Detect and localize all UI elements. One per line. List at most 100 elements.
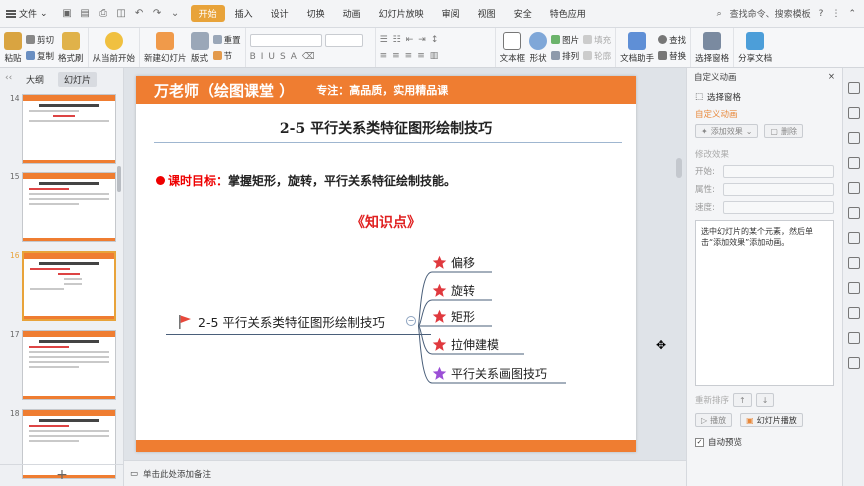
indent-icon[interactable]: ⇥ (418, 35, 426, 45)
layout-button[interactable]: 版式 (190, 30, 209, 66)
share-doc-button[interactable]: 分享文档 (738, 30, 772, 66)
command-search[interactable]: 查找命令、搜索模板 (730, 7, 811, 20)
picture-button[interactable]: 图片 (551, 34, 579, 46)
arrange-button[interactable]: 排列 (551, 50, 579, 62)
move-down-button[interactable]: ↓ (755, 393, 775, 407)
property-select[interactable] (723, 182, 834, 196)
textbox-button[interactable]: 文本框 (500, 30, 525, 66)
tab-slides[interactable]: 幻灯片 (58, 71, 98, 87)
save-icon[interactable]: ▣ (62, 8, 73, 19)
copy-button[interactable]: 复制 (26, 50, 54, 62)
tab-design[interactable]: 设计 (263, 5, 297, 22)
mindmap-node[interactable]: 平行关系画图技巧 (432, 365, 547, 382)
tab-slideshow[interactable]: 幻灯片放映 (371, 5, 432, 22)
collapse-ribbon-icon[interactable]: ⌃ (848, 9, 856, 19)
format-painter-button[interactable]: 格式刷 (58, 30, 84, 66)
play-button[interactable]: ▷ 播放 (695, 413, 733, 427)
delete-button[interactable]: ▢ 删除 (764, 124, 803, 138)
tab-outline[interactable]: 大纲 (26, 73, 44, 86)
help-icon[interactable] (847, 357, 860, 369)
underline-icon[interactable]: U (268, 52, 275, 62)
select-pane-button[interactable]: 选择窗格 (695, 30, 729, 66)
select-icon[interactable] (847, 107, 860, 119)
share-icon[interactable] (847, 282, 860, 294)
add-effect-button[interactable]: ✦ 添加效果 ⌄ (695, 124, 759, 138)
animation-icon[interactable] (847, 157, 860, 169)
font-size-combo[interactable] (324, 33, 363, 47)
align-right-icon[interactable]: ≡ (405, 51, 413, 61)
tab-home[interactable]: 开始 (190, 5, 225, 22)
slide-thumbnail[interactable]: 17 (4, 330, 120, 402)
start-select[interactable] (723, 164, 834, 178)
move-up-button[interactable]: ↑ (733, 393, 752, 407)
tab-insert[interactable]: 插入 (227, 5, 261, 22)
media-icon[interactable] (847, 307, 860, 319)
speed-select[interactable] (723, 200, 834, 214)
preview-icon[interactable]: ◫ (116, 8, 127, 19)
panel-title[interactable]: 自定义动画 (694, 71, 737, 83)
italic-icon[interactable]: I (261, 52, 264, 62)
play-from-current-button[interactable]: 从当前开始 (93, 30, 135, 66)
shape-style-icon[interactable] (847, 132, 860, 144)
replace-button[interactable]: 替换 (658, 50, 686, 62)
notes-bar[interactable]: ▭ 单击此处添加备注 (124, 460, 686, 486)
reset-button[interactable]: 重置 (212, 34, 241, 46)
thumbnail-scrollbar[interactable] (117, 166, 121, 192)
slide[interactable]: 万老师（绘图课堂 ） 专注：高品质，实用精品课 2-5 平行关系类特征图形绘制技… (136, 76, 636, 452)
font-color-icon[interactable]: A (291, 52, 297, 62)
properties-icon[interactable] (847, 82, 860, 94)
fill-button[interactable]: 填充 (583, 34, 611, 46)
undo-icon[interactable]: ↶ (134, 8, 145, 19)
mindmap-node[interactable]: 拉伸建模 (432, 336, 499, 353)
slide-thumbnail[interactable]: 15 (4, 172, 120, 244)
redo-icon[interactable]: ↷ (152, 8, 163, 19)
file-menu[interactable]: 文件 ⌄ (0, 4, 54, 24)
find-button[interactable]: 查找 (658, 34, 686, 46)
paste-button[interactable]: 粘贴 (4, 30, 22, 66)
columns-icon[interactable]: ▥ (430, 51, 439, 61)
backup-icon[interactable] (847, 257, 860, 269)
outdent-icon[interactable]: ⇤ (406, 35, 414, 45)
font-name-combo[interactable] (249, 33, 322, 47)
chart-icon[interactable] (847, 332, 860, 344)
strikethrough-icon[interactable]: S (280, 52, 286, 62)
bold-icon[interactable]: B (250, 52, 256, 62)
chevron-down-icon[interactable]: ⌄ (170, 8, 181, 19)
slide-thumbnail-selected[interactable]: 16 (4, 251, 120, 323)
auto-preview-row[interactable]: ✓ 自动预览 (687, 432, 842, 452)
mindmap-node[interactable]: 偏移 (432, 254, 475, 271)
select-pane-link[interactable]: ⬚ 选择窗格 (687, 88, 842, 106)
section-button[interactable]: 节 (212, 50, 241, 62)
tab-transitions[interactable]: 切换 (299, 5, 333, 22)
library-icon[interactable] (847, 232, 860, 244)
close-icon[interactable]: × (828, 72, 835, 82)
print-icon[interactable]: ⎙ (98, 8, 109, 19)
tab-features[interactable]: 特色应用 (542, 5, 594, 22)
canvas-scrollbar[interactable] (676, 158, 682, 178)
shape-button[interactable]: 形状 (529, 30, 548, 66)
tab-security[interactable]: 安全 (506, 5, 540, 22)
new-slide-button[interactable]: 新建幻灯片 (144, 30, 187, 66)
justify-icon[interactable]: ≡ (417, 51, 425, 61)
align-left-icon[interactable]: ≡ (380, 51, 388, 61)
more-icon[interactable]: ⋮ (831, 9, 840, 19)
cut-button[interactable]: 剪切 (26, 34, 54, 46)
tab-animations[interactable]: 动画 (335, 5, 369, 22)
outline-button[interactable]: 轮廓 (583, 50, 611, 62)
mindmap-node[interactable]: 矩形 (432, 308, 475, 325)
add-slide-button[interactable]: + (0, 464, 124, 486)
numbering-icon[interactable]: ☷ (393, 35, 401, 45)
tab-view[interactable]: 视图 (470, 5, 504, 22)
bullets-icon[interactable]: ☰ (380, 35, 388, 45)
settings-icon[interactable] (847, 207, 860, 219)
align-center-icon[interactable]: ≡ (392, 51, 400, 61)
open-icon[interactable]: ▤ (80, 8, 91, 19)
doc-assistant-button[interactable]: 文档助手 (620, 30, 654, 66)
slide-thumbnail[interactable]: 14 (4, 94, 120, 166)
clear-format-icon[interactable]: ⌫ (302, 52, 315, 62)
collapse-panel-icon[interactable]: ‹‹ (5, 73, 12, 83)
transition-icon[interactable] (847, 182, 860, 194)
auto-preview-checkbox[interactable]: ✓ (695, 437, 704, 447)
help-icon[interactable]: ? (819, 9, 824, 19)
slideshow-button[interactable]: ▣ 幻灯片播放 (740, 413, 803, 427)
